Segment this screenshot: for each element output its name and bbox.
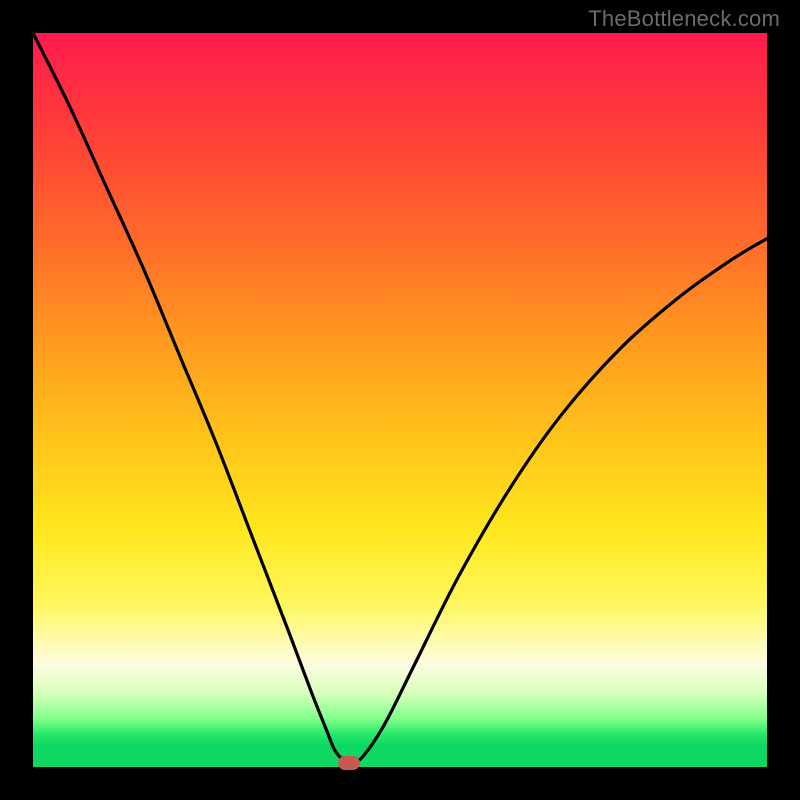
plot-area	[33, 33, 767, 767]
curve-svg	[33, 33, 767, 767]
bottleneck-curve	[33, 33, 767, 763]
optimum-marker	[338, 756, 360, 770]
watermark-text: TheBottleneck.com	[588, 6, 780, 32]
chart-frame: TheBottleneck.com	[0, 0, 800, 800]
